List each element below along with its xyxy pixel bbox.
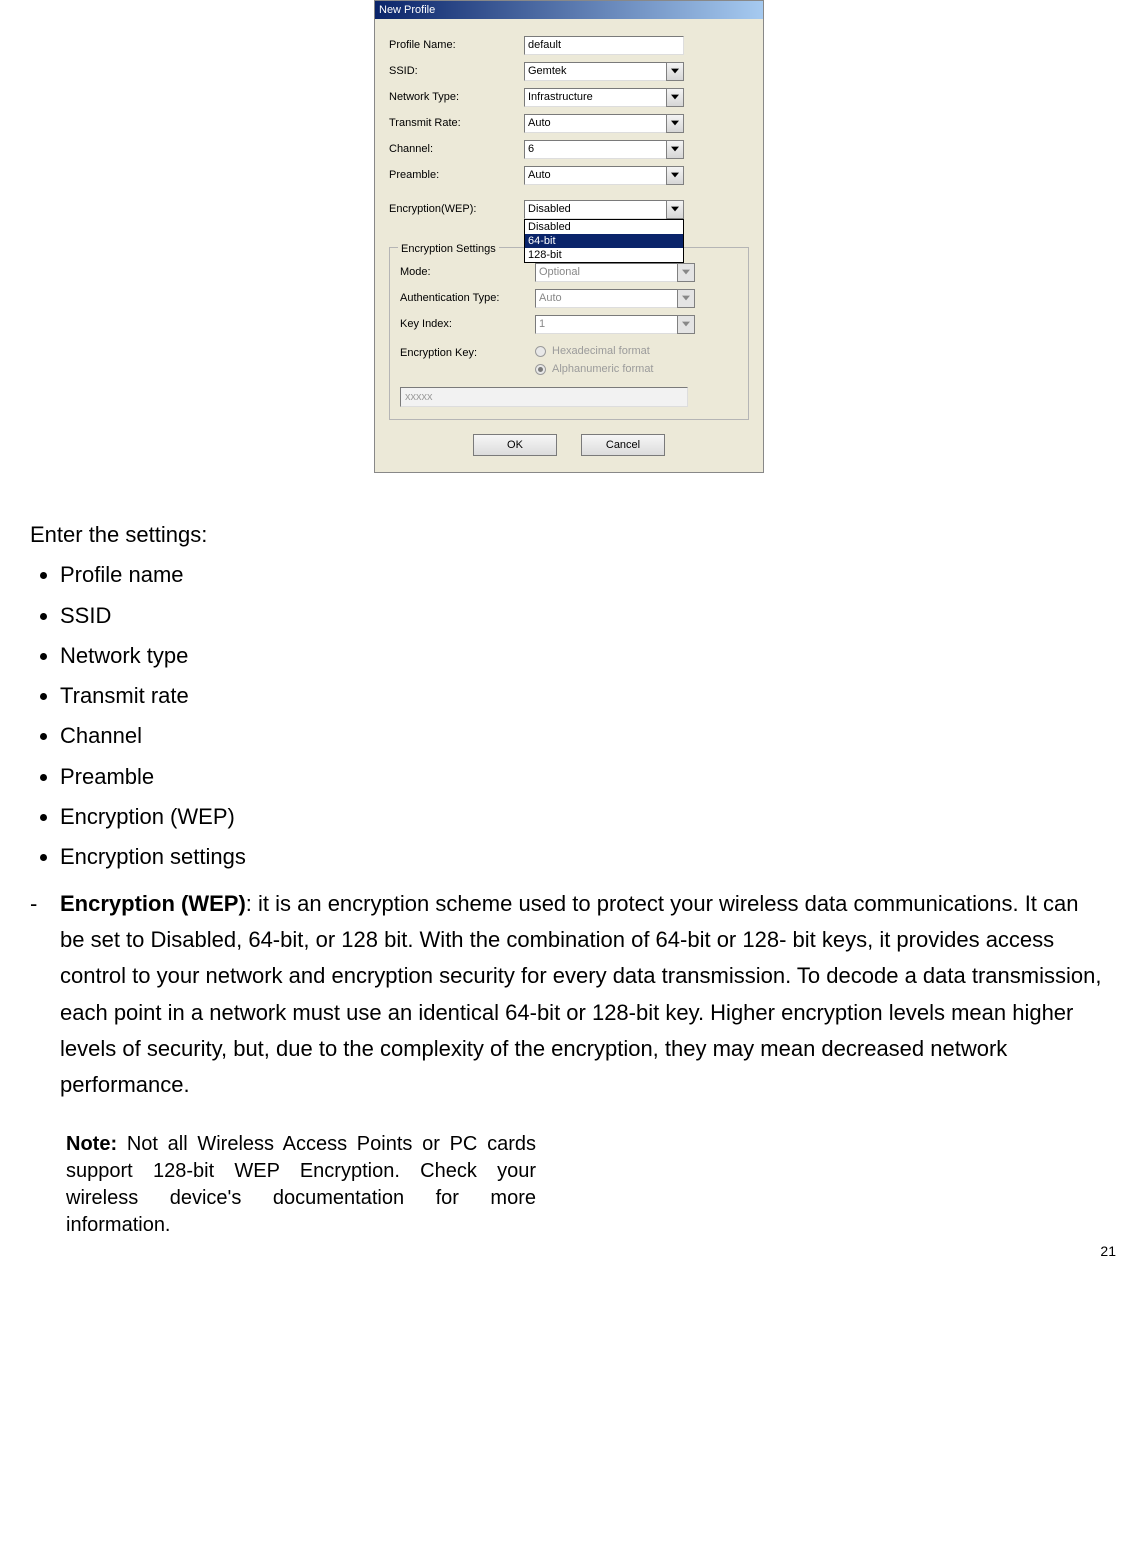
key-index-label: Key Index: <box>400 315 535 333</box>
settings-bullet-list: Profile name SSID Network type Transmit … <box>30 557 1108 875</box>
cancel-button-label: Cancel <box>606 436 640 454</box>
chevron-down-icon <box>671 146 679 152</box>
channel-value: 6 <box>528 140 534 158</box>
auth-type-combo: Auto <box>535 289 695 308</box>
transmit-rate-combo[interactable]: Auto <box>524 114 684 133</box>
list-item: Transmit rate <box>60 678 1108 714</box>
alpha-radio-label: Alphanumeric format <box>552 360 654 378</box>
wep-title: Encryption (WEP) <box>60 891 246 916</box>
auth-type-value: Auto <box>539 289 562 307</box>
key-index-combo: 1 <box>535 315 695 334</box>
transmit-rate-dropdown-button[interactable] <box>666 114 684 133</box>
ok-button-label: OK <box>507 436 523 454</box>
list-item: Profile name <box>60 557 1108 593</box>
list-item: Encryption (WEP) <box>60 799 1108 835</box>
ok-button[interactable]: OK <box>473 434 557 456</box>
key-index-value: 1 <box>539 315 545 333</box>
preamble-combo[interactable]: Auto <box>524 166 684 185</box>
transmit-rate-label: Transmit Rate: <box>389 114 524 132</box>
network-type-label: Network Type: <box>389 88 524 106</box>
encryption-option-128bit[interactable]: 128-bit <box>525 248 683 262</box>
hex-radio-label: Hexadecimal format <box>552 342 650 360</box>
wep-body: : it is an encryption scheme used to pro… <box>60 891 1101 1097</box>
chevron-down-icon <box>671 206 679 212</box>
note-body: Not all Wireless Access Points or PC car… <box>66 1133 536 1236</box>
encryption-settings-legend: Encryption Settings <box>398 240 499 258</box>
preamble-label: Preamble: <box>389 166 524 184</box>
dialog-titlebar[interactable]: New Profile <box>375 1 763 19</box>
encryption-settings-fieldset: Encryption Settings Mode: Optional Authe… <box>389 247 749 420</box>
list-item: Encryption settings <box>60 839 1108 875</box>
mode-value: Optional <box>539 263 580 281</box>
document-body: Enter the settings: Profile name SSID Ne… <box>30 517 1108 1239</box>
hex-radio: Hexadecimal format <box>535 344 654 359</box>
list-item: Network type <box>60 638 1108 674</box>
note-label: Note: <box>66 1133 117 1155</box>
auth-dropdown-button <box>677 289 695 308</box>
radio-icon <box>535 364 546 375</box>
preamble-dropdown-button[interactable] <box>666 166 684 185</box>
chevron-down-icon <box>682 295 690 301</box>
encryption-wep-combo[interactable]: Disabled <box>524 200 684 219</box>
mode-dropdown-button <box>677 263 695 282</box>
note-block: Note: Not all Wireless Access Points or … <box>66 1131 536 1239</box>
cancel-button[interactable]: Cancel <box>581 434 665 456</box>
profile-name-label: Profile Name: <box>389 36 524 54</box>
encryption-key-format-group: Hexadecimal format Alphanumeric format <box>535 344 654 377</box>
encryption-key-value: xxxxx <box>405 388 433 406</box>
encryption-dropdown-button[interactable] <box>666 200 684 219</box>
alpha-radio: Alphanumeric format <box>535 362 654 377</box>
encryption-key-label: Encryption Key: <box>400 344 535 362</box>
chevron-down-icon <box>682 321 690 327</box>
mode-label: Mode: <box>400 263 535 281</box>
intro-text: Enter the settings: <box>30 517 1108 553</box>
list-item: SSID <box>60 598 1108 634</box>
encryption-key-input: xxxxx <box>400 387 688 407</box>
encryption-label: Encryption(WEP): <box>389 200 524 218</box>
network-type-combo[interactable]: Infrastructure <box>524 88 684 107</box>
chevron-down-icon <box>671 94 679 100</box>
profile-name-input[interactable]: default <box>524 36 684 55</box>
channel-label: Channel: <box>389 140 524 158</box>
encryption-option-64bit[interactable]: 64-bit <box>525 234 683 248</box>
chevron-down-icon <box>671 120 679 126</box>
radio-icon <box>535 346 546 357</box>
channel-combo[interactable]: 6 <box>524 140 684 159</box>
network-type-value: Infrastructure <box>528 88 593 106</box>
encryption-option-disabled[interactable]: Disabled <box>525 220 683 234</box>
channel-dropdown-button[interactable] <box>666 140 684 159</box>
key-index-dropdown-button <box>677 315 695 334</box>
page-number: 21 <box>1100 1240 1116 1263</box>
chevron-down-icon <box>671 68 679 74</box>
encryption-dropdown-list[interactable]: Disabled 64-bit 128-bit <box>524 219 684 263</box>
new-profile-dialog: New Profile Profile Name: default SSID: … <box>374 0 764 473</box>
transmit-rate-value: Auto <box>528 114 551 132</box>
preamble-value: Auto <box>528 166 551 184</box>
encryption-value: Disabled <box>528 200 571 218</box>
network-type-dropdown-button[interactable] <box>666 88 684 107</box>
list-item: Channel <box>60 718 1108 754</box>
chevron-down-icon <box>671 172 679 178</box>
dialog-title-text: New Profile <box>379 1 435 19</box>
mode-combo: Optional <box>535 263 695 282</box>
list-item: Preamble <box>60 759 1108 795</box>
chevron-down-icon <box>682 269 690 275</box>
wep-paragraph: Encryption (WEP): it is an encryption sc… <box>30 886 1108 1104</box>
ssid-combo[interactable]: Gemtek <box>524 62 684 81</box>
ssid-value: Gemtek <box>528 62 567 80</box>
ssid-label: SSID: <box>389 62 524 80</box>
auth-type-label: Authentication Type: <box>400 289 535 307</box>
ssid-dropdown-button[interactable] <box>666 62 684 81</box>
profile-name-value: default <box>528 36 561 54</box>
